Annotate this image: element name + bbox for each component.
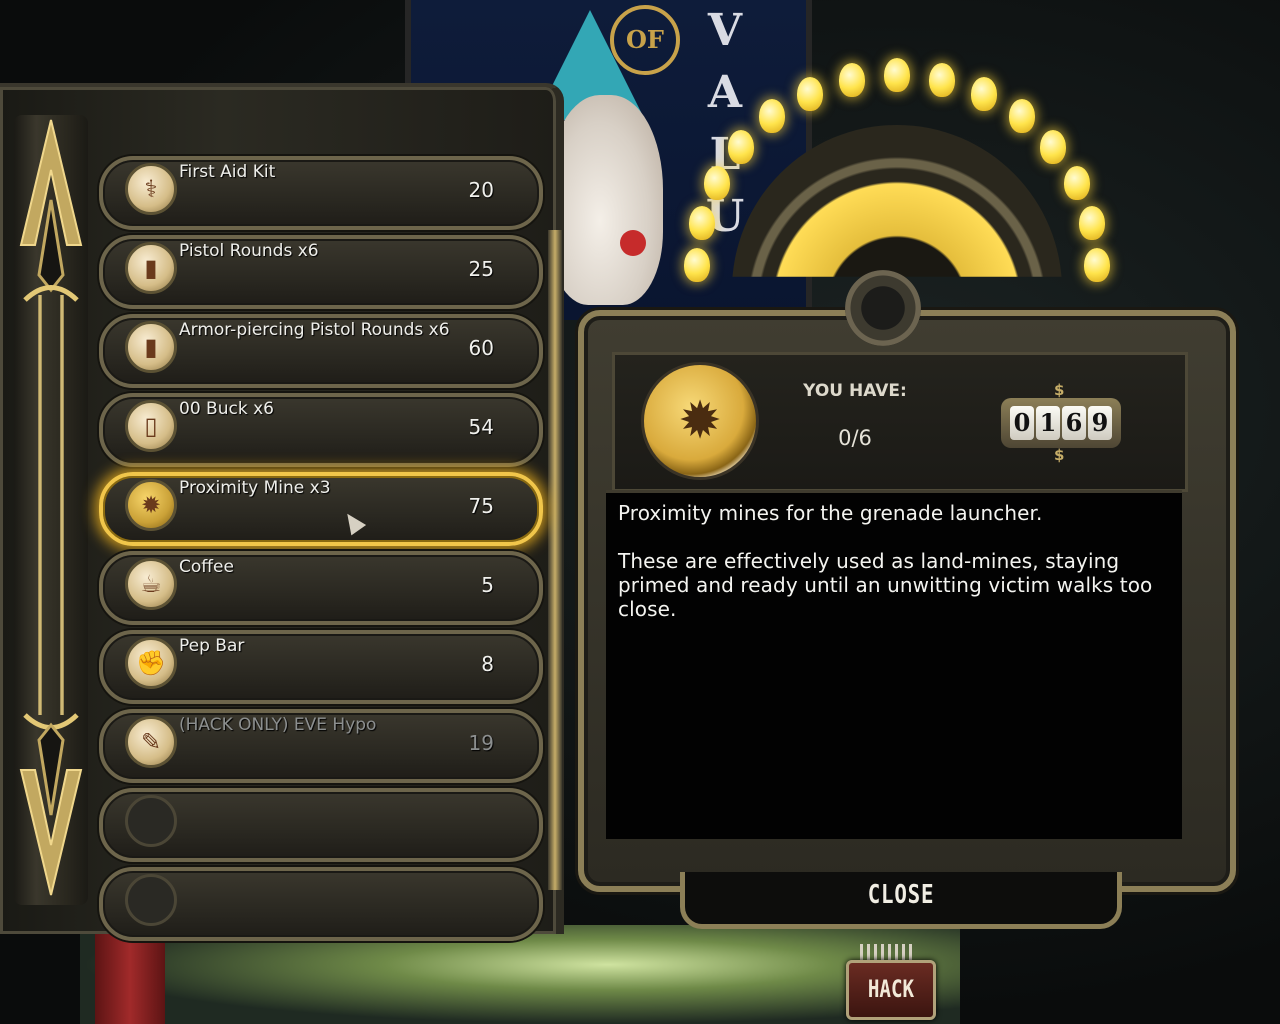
money-digit: 0 (1010, 406, 1034, 440)
hack-button[interactable]: HACK (846, 960, 936, 1020)
item-name: 00 Buck x6 (179, 399, 274, 419)
light-bulb-icon (928, 62, 955, 97)
light-bulb-icon (727, 129, 754, 164)
ap-bullet-icon: ▮ (125, 321, 177, 373)
light-bulb-icon (797, 76, 824, 111)
item-row[interactable]: ✎ (HACK ONLY) EVE Hypo 19 (95, 705, 543, 783)
item-price: 19 (468, 731, 494, 755)
light-bulb-icon (1008, 99, 1035, 134)
item-row[interactable]: ✹ Proximity Mine x3 75 (95, 468, 543, 546)
dollar-sign-bottom: $ (1054, 446, 1065, 464)
item-name: Coffee (179, 557, 234, 577)
pep-bar-icon: ✊ (125, 637, 177, 689)
money-counter: 0 1 6 9 (1001, 398, 1121, 448)
light-bulb-icon (1040, 129, 1067, 164)
money-digit: 9 (1088, 406, 1112, 440)
item-row[interactable]: ▮ Pistol Rounds x6 25 (95, 231, 543, 309)
item-name: (HACK ONLY) EVE Hypo (179, 715, 377, 735)
eve-hypo-icon: ✎ (125, 716, 177, 768)
close-button[interactable]: CLOSE (680, 872, 1122, 929)
item-price: 25 (468, 257, 494, 281)
item-name: Pistol Rounds x6 (179, 241, 319, 261)
empty-slot-icon (125, 795, 177, 847)
money-digit: 6 (1062, 406, 1086, 440)
bullet-icon: ▮ (125, 242, 177, 294)
item-name: First Aid Kit (179, 162, 276, 182)
close-label: CLOSE (867, 880, 935, 910)
coffee-cup-icon: ☕ (125, 558, 177, 610)
proximity-mine-icon: ✹ (125, 479, 177, 531)
item-row[interactable]: ▯ 00 Buck x6 54 (95, 389, 543, 467)
dollar-sign-top: $ (1054, 381, 1065, 399)
item-row[interactable]: ▮ Armor-piercing Pistol Rounds x6 60 (95, 310, 543, 388)
hack-label: HACK (867, 975, 915, 1003)
poster-badge: OF (610, 5, 680, 75)
scroll-down-arrow-icon[interactable] (15, 700, 87, 900)
light-bulb-icon (689, 205, 715, 240)
light-bulb-icon (703, 165, 730, 200)
light-bulb-icon (1084, 248, 1110, 282)
item-price: 60 (468, 336, 494, 360)
light-bulb-icon (970, 76, 997, 111)
item-description: Proximity mines for the grenade launcher… (618, 501, 1153, 621)
you-have-value: 0/6 (838, 426, 872, 450)
item-price: 5 (481, 573, 494, 597)
item-row[interactable] (95, 863, 543, 941)
light-bulb-icon (839, 62, 866, 97)
shotgun-shell-icon: ▯ (125, 400, 177, 452)
rail-line-left (38, 295, 42, 715)
light-bulb-icon (1064, 165, 1091, 200)
item-row[interactable]: ✊ Pep Bar 8 (95, 626, 543, 704)
light-bulb-icon (884, 58, 910, 92)
caduceus-icon: ⚕ (125, 163, 177, 215)
item-row[interactable]: ☕ Coffee 5 (95, 547, 543, 625)
speaker-grille (845, 270, 921, 346)
money-digit: 1 (1036, 406, 1060, 440)
clown-nose (620, 230, 646, 256)
item-name: Pep Bar (179, 636, 245, 656)
you-have-label: YOU HAVE: (803, 381, 907, 401)
light-bulb-icon (684, 248, 710, 282)
light-bulb-icon (759, 99, 786, 134)
scroll-up-arrow-icon[interactable] (15, 115, 87, 315)
proximity-mine-icon: ✹ (641, 362, 759, 480)
empty-slot-icon (125, 874, 177, 926)
item-row[interactable]: ⚕ First Aid Kit 20 (95, 152, 543, 230)
item-price: 20 (468, 178, 494, 202)
panel-divider (548, 230, 562, 890)
item-price: 8 (481, 652, 494, 676)
item-price: 75 (468, 494, 494, 518)
item-name: Armor-piercing Pistol Rounds x6 (179, 320, 450, 340)
poster-letter: V (707, 5, 743, 56)
item-row[interactable] (95, 784, 543, 862)
rail-line-right (60, 295, 64, 715)
description-box: Proximity mines for the grenade launcher… (606, 490, 1182, 839)
light-bulb-icon (1078, 205, 1105, 240)
clown-face (548, 95, 663, 305)
item-name: Proximity Mine x3 (179, 478, 331, 498)
item-price: 54 (468, 415, 494, 439)
